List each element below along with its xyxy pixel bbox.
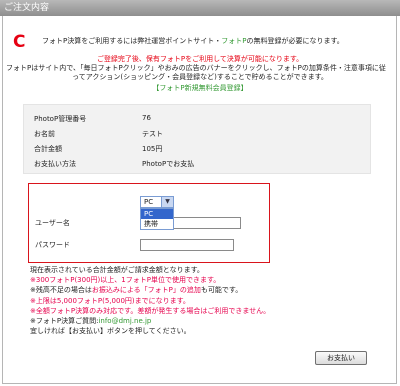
intro-line-1: フォトP決算をご利用するには弊社運営ポイントサイト・フォトPの無料登録が必要にな… <box>42 37 344 46</box>
device-option-pc[interactable]: PC <box>141 209 173 219</box>
note-line: ※全額フォトP決算のみ対応です。差額が発生する場合はご利用できません。 <box>30 307 271 315</box>
note-line: ※300フォトP(300円)以上、1フォトP単位で使用できます。 <box>30 276 221 284</box>
brand-logo-icon: C <box>13 32 26 52</box>
intro-line-3: フォトPはサイト内で、「毎日フォトPクリック」やおみの広告のバナーをクリックし、… <box>6 64 386 72</box>
topup-link[interactable]: お振込みによる「フォトP」の追加 <box>92 286 201 294</box>
order-label: お名前 <box>34 130 55 138</box>
pay-button[interactable]: お支払い <box>315 351 367 365</box>
intro-text: の無料登録が必要になります。 <box>246 37 344 45</box>
section-title: ご注文内容 <box>4 3 50 13</box>
device-select[interactable]: PC ▼ <box>140 196 174 208</box>
order-value: 76 <box>142 114 151 122</box>
support-email-link[interactable]: info@dmj.ne.jp <box>98 317 151 325</box>
note-text: ※残高不足の場合は <box>30 286 92 294</box>
password-label: パスワード <box>35 241 70 249</box>
chevron-down-icon[interactable]: ▼ <box>161 197 173 207</box>
order-value: テスト <box>142 130 163 138</box>
device-option-mobile[interactable]: 携帯 <box>141 219 173 229</box>
note-line: ※上限は5,000フォトP(5,000円)までになります。 <box>30 297 190 305</box>
section-header: ご注文内容 <box>0 0 400 16</box>
order-value: 105円 <box>142 145 163 153</box>
order-summary: PhotoP管理番号 76 お名前 テスト 合計金額 105円 お支払い方法 P… <box>23 104 371 174</box>
password-field[interactable] <box>140 239 234 251</box>
note-line: 宜しければ【お支払い】ボタンを押してください。 <box>30 327 191 335</box>
order-label: お支払い方法 <box>34 160 76 168</box>
intro-text: フォトP決算をご利用するには弊社運営ポイントサイト・ <box>42 37 222 45</box>
note-text: ※フォトP決算ご質問: <box>30 317 99 325</box>
username-label: ユーザー名 <box>35 219 70 227</box>
order-value: PhotoPでお支払 <box>142 160 195 168</box>
intro-line-2: ご登録完了後、保有フォトPをご利用して決算が可能になります。 <box>96 55 304 63</box>
note-line: ※フォトP決算ご質問:info@dmj.ne.jp <box>30 317 151 326</box>
order-label: PhotoP管理番号 <box>34 115 87 123</box>
device-dropdown[interactable]: PC 携帯 <box>140 208 174 230</box>
brand-name: フォトP <box>221 37 247 45</box>
register-link[interactable]: 【フォトP新規無料会員登録】 <box>0 84 400 93</box>
order-label: 合計金額 <box>34 145 62 153</box>
note-line: 現在表示されている合計金額がご請求金額となります。 <box>30 266 204 274</box>
intro-line-4: ってアクション(ショッピング・会員登録など)することで貯めることができます。 <box>72 73 328 81</box>
note-line: ※残高不足の場合はお振込みによる「フォトP」の追加も可能です。 <box>30 286 242 295</box>
note-text: も可能です。 <box>200 286 243 294</box>
device-select-value: PC <box>144 198 154 206</box>
